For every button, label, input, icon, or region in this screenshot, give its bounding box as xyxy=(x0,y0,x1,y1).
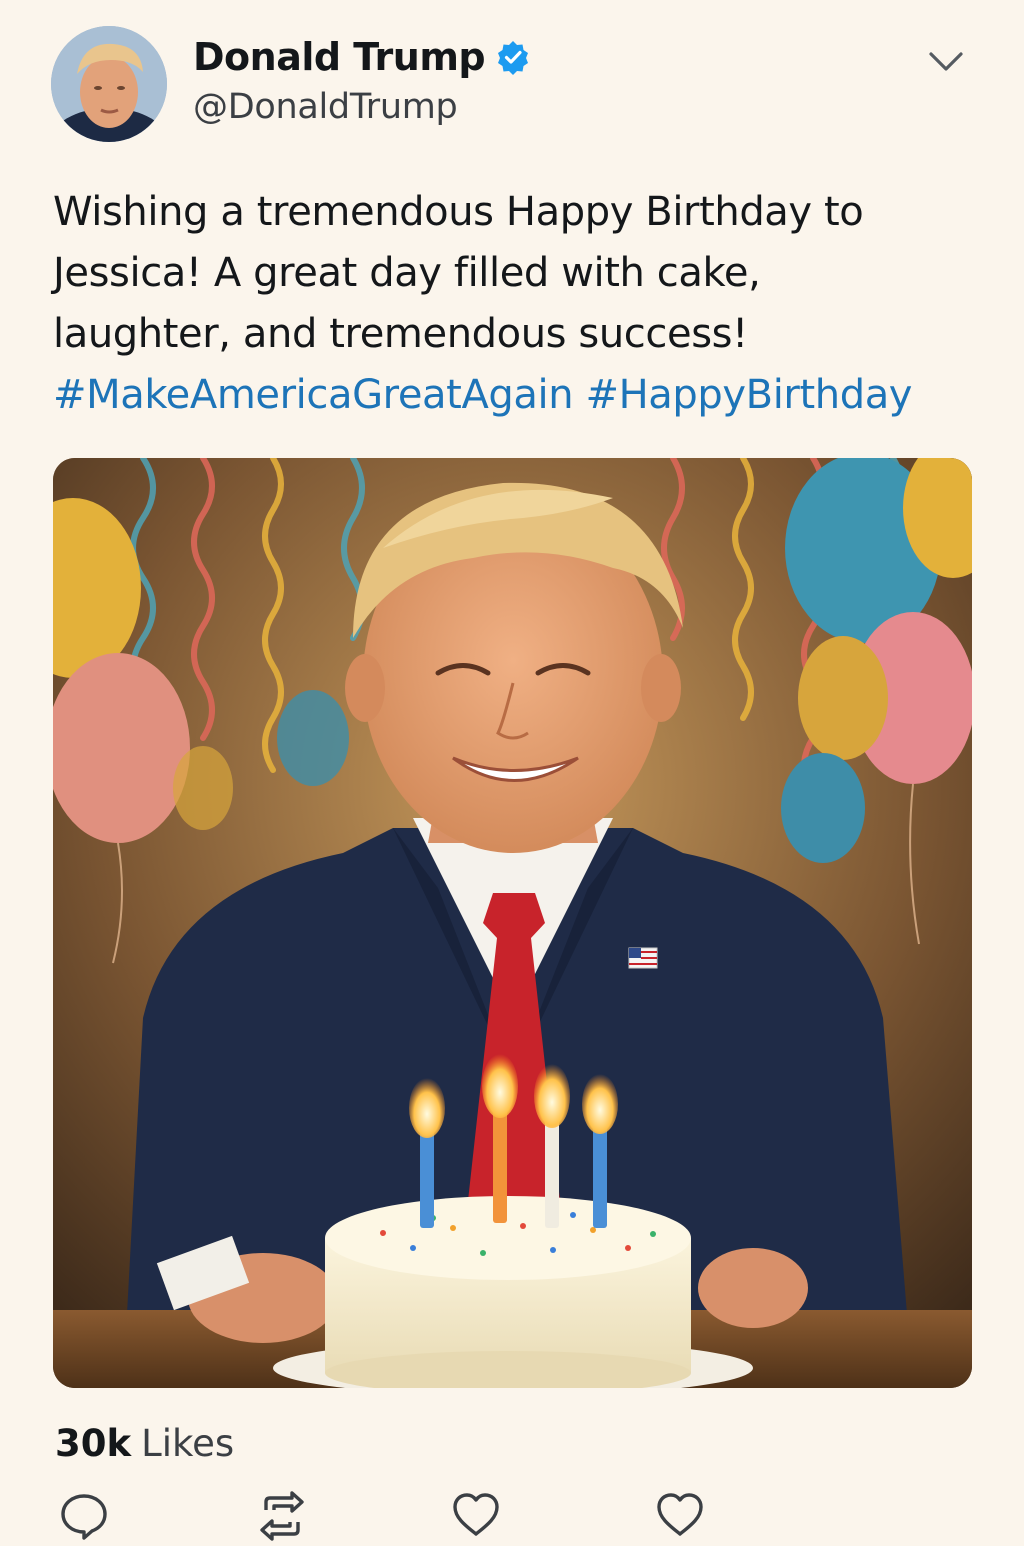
tweet-photo[interactable] xyxy=(53,458,972,1388)
heart-icon[interactable] xyxy=(654,1490,706,1542)
user-handle[interactable]: @DonaldTrump xyxy=(193,87,531,127)
retweet-icon[interactable] xyxy=(256,1490,308,1542)
likes-label: Likes xyxy=(141,1422,235,1465)
reply-icon[interactable] xyxy=(58,1490,110,1542)
heart-icon[interactable] xyxy=(450,1490,502,1542)
birthday-photo xyxy=(53,458,972,1388)
chevron-down-icon[interactable] xyxy=(924,44,968,80)
display-name[interactable]: Donald Trump xyxy=(193,35,486,79)
author-block: Donald Trump @DonaldTrump xyxy=(193,33,531,127)
tweet-text-line: Jessica! A great day filled with cake, xyxy=(53,250,761,296)
verified-badge-icon xyxy=(495,39,531,75)
name-row: Donald Trump xyxy=(193,33,531,81)
likes-count: 30k xyxy=(55,1422,132,1465)
avatar-portrait xyxy=(51,26,167,142)
tweet-text-line: Wishing a tremendous Happy Birthday to xyxy=(53,189,864,235)
hashtag-line: #MakeAmericaGreatAgain #HappyBirthday xyxy=(53,365,983,426)
avatar[interactable] xyxy=(51,26,167,142)
tweet-text: Wishing a tremendous Happy Birthday to J… xyxy=(53,182,983,426)
tweet-text-line: laughter, and tremendous success! xyxy=(53,311,748,357)
hashtag-link[interactable]: #HappyBirthday xyxy=(586,372,913,418)
hashtag-link[interactable]: #MakeAmericaGreatAgain xyxy=(53,372,574,418)
likes-stat[interactable]: 30k Likes xyxy=(55,1422,234,1465)
action-bar xyxy=(0,1490,1024,1541)
tweet-card: Donald Trump @DonaldTrump Wishing a trem… xyxy=(0,0,1024,1541)
